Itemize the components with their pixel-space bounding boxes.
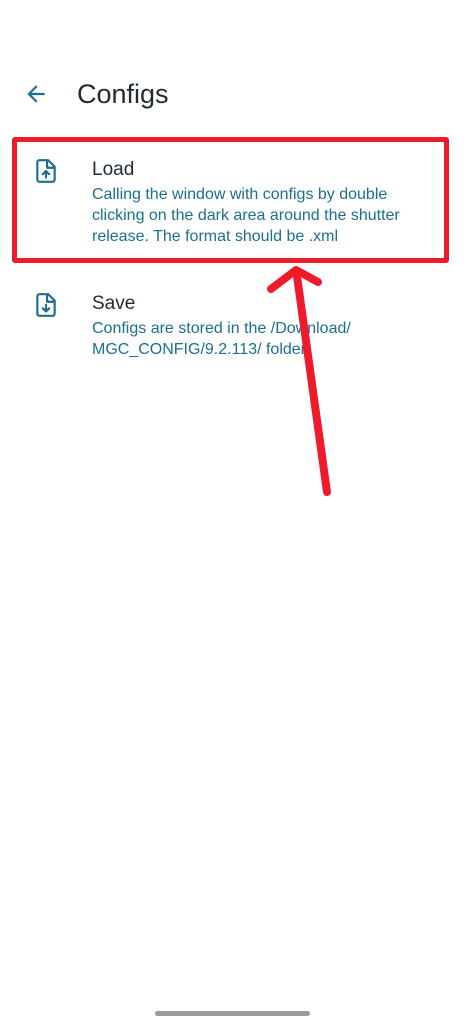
app-bar: Configs xyxy=(0,62,465,126)
file-upload-icon xyxy=(36,159,56,183)
save-description: Configs are stored in the /Download/ MGC… xyxy=(92,320,351,358)
configs-screen: Configs Load Calling the window with con… xyxy=(0,0,465,1024)
file-download-icon xyxy=(36,293,56,317)
list-item-save[interactable]: Save Configs are stored in the /Download… xyxy=(0,276,465,372)
save-title: Save xyxy=(92,293,136,314)
load-title: Load xyxy=(92,159,135,180)
back-button[interactable] xyxy=(18,76,54,112)
page-title: Configs xyxy=(77,79,169,109)
load-description: Calling the window with configs by doubl… xyxy=(92,186,400,245)
list-item-load[interactable]: Load Calling the window with configs by … xyxy=(0,142,465,260)
home-indicator[interactable] xyxy=(155,1011,310,1016)
arrow-back-icon xyxy=(27,85,45,103)
